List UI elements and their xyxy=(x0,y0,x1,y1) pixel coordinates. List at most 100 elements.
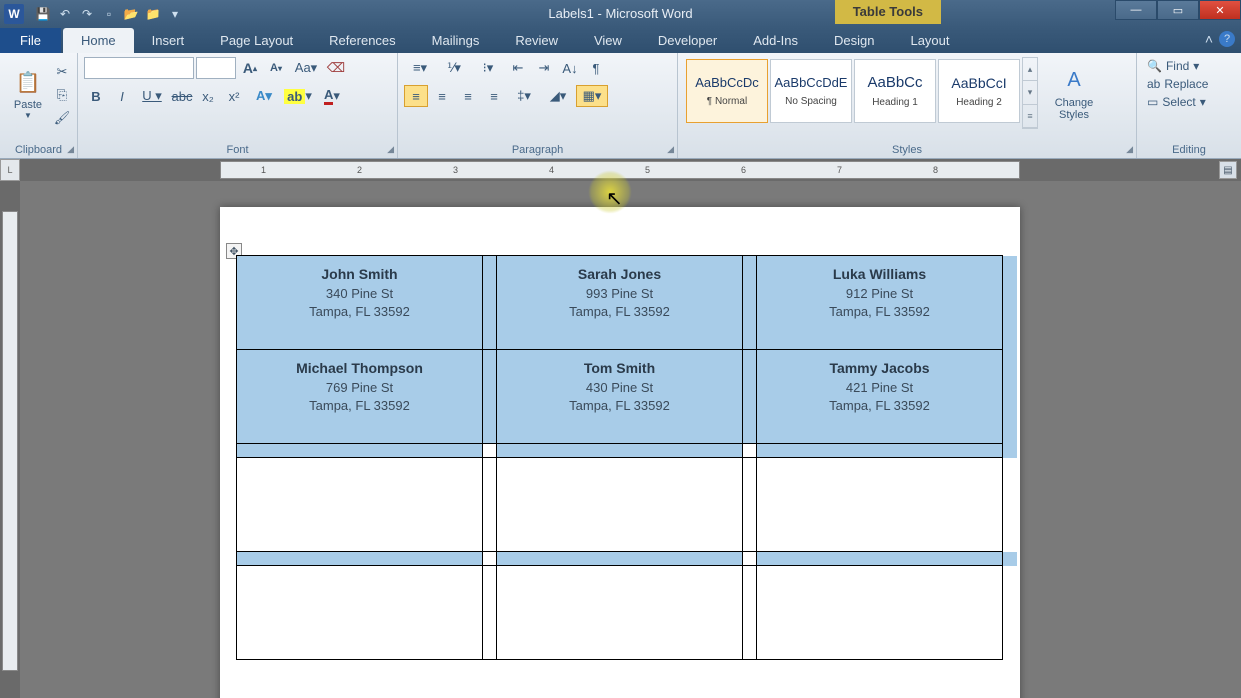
align-right-button[interactable]: ≡ xyxy=(456,85,480,107)
multilevel-list-icon[interactable]: ⁝▾ xyxy=(472,57,504,79)
copy-icon[interactable]: ⎘ xyxy=(50,84,74,105)
shading-icon[interactable]: ◢▾ xyxy=(542,85,574,107)
label-name: Michael Thompson xyxy=(241,360,478,376)
clear-formatting-icon[interactable]: ⌫ xyxy=(324,57,348,79)
styles-up-icon[interactable]: ▴ xyxy=(1023,58,1037,81)
tab-developer[interactable]: Developer xyxy=(640,28,735,53)
clipboard-group-label: Clipboard xyxy=(6,142,71,158)
underline-button[interactable]: U ▾ xyxy=(136,85,168,107)
italic-button[interactable]: I xyxy=(110,85,134,107)
labels-table[interactable]: John Smith340 Pine StTampa, FL 33592Sara… xyxy=(236,255,1017,660)
replace-button[interactable]: abReplace xyxy=(1143,75,1235,93)
increase-indent-icon[interactable]: ⇥ xyxy=(532,57,556,79)
numbering-icon[interactable]: ⅟▾ xyxy=(438,57,470,79)
label-cell[interactable]: Tom Smith430 Pine StTampa, FL 33592 xyxy=(497,350,743,444)
label-cell[interactable] xyxy=(757,566,1003,660)
show-marks-icon[interactable]: ¶ xyxy=(584,57,608,79)
label-cell[interactable] xyxy=(237,458,483,552)
tab-add-ins[interactable]: Add-Ins xyxy=(735,28,816,53)
tab-references[interactable]: References xyxy=(311,28,413,53)
label-header-strip xyxy=(237,552,483,566)
superscript-button[interactable]: x² xyxy=(222,85,246,107)
subscript-button[interactable]: x₂ xyxy=(196,85,220,107)
tab-page-layout[interactable]: Page Layout xyxy=(202,28,311,53)
style-heading-1[interactable]: AaBbCcHeading 1 xyxy=(854,59,936,123)
gutter-cell xyxy=(483,458,497,552)
styles-gallery: AaBbCcDc¶ Normal AaBbCcDdENo Spacing AaB… xyxy=(684,57,1022,129)
styles-scroll: ▴ ▾ ≡ xyxy=(1022,57,1038,129)
tab-insert[interactable]: Insert xyxy=(134,28,203,53)
grow-font-icon[interactable]: A▴ xyxy=(238,57,262,79)
paragraph-launcher-icon[interactable]: ◢ xyxy=(667,144,674,155)
file-tab[interactable]: File xyxy=(0,28,61,53)
format-painter-icon[interactable]: 🖌 xyxy=(50,108,74,129)
maximize-button[interactable]: ▭ xyxy=(1157,0,1199,20)
tab-view[interactable]: View xyxy=(576,28,640,53)
horizontal-ruler[interactable]: 12345678 xyxy=(220,161,1020,179)
justify-button[interactable]: ≡ xyxy=(482,85,506,107)
text-effects-icon[interactable]: A▾ xyxy=(248,85,280,107)
close-button[interactable]: ✕ xyxy=(1199,0,1241,20)
paragraph-group-label: Paragraph xyxy=(404,142,671,158)
tab-design[interactable]: Design xyxy=(816,28,892,53)
font-color-icon[interactable]: A▾ xyxy=(316,85,348,107)
redo-icon[interactable]: ↷ xyxy=(78,5,96,23)
label-cell[interactable] xyxy=(497,458,743,552)
label-cell[interactable] xyxy=(757,458,1003,552)
paste-button[interactable]: 📋 Paste ▼ xyxy=(6,57,50,129)
bullets-icon[interactable]: ≡▾ xyxy=(404,57,436,79)
sort-icon[interactable]: A↓ xyxy=(558,57,582,79)
label-city: Tampa, FL 33592 xyxy=(241,304,478,319)
clipboard-launcher-icon[interactable]: ◢ xyxy=(67,144,74,155)
undo-icon[interactable]: ↶ xyxy=(56,5,74,23)
styles-down-icon[interactable]: ▾ xyxy=(1023,81,1037,104)
tab-layout[interactable]: Layout xyxy=(892,28,967,53)
view-ruler-toggle[interactable]: ▤ xyxy=(1219,161,1237,179)
align-center-button[interactable]: ≡ xyxy=(430,85,454,107)
borders-icon[interactable]: ▦▾ xyxy=(576,85,608,107)
save-icon[interactable]: 💾 xyxy=(34,5,52,23)
tab-mailings[interactable]: Mailings xyxy=(414,28,498,53)
line-spacing-icon[interactable]: ‡▾ xyxy=(508,85,540,107)
select-button[interactable]: ▭Select ▾ xyxy=(1143,93,1235,111)
ruler-corner[interactable]: L xyxy=(0,159,20,181)
label-cell[interactable] xyxy=(237,566,483,660)
help-icon[interactable]: ? xyxy=(1219,31,1235,47)
font-launcher-icon[interactable]: ◢ xyxy=(387,144,394,155)
label-cell[interactable]: Sarah Jones993 Pine StTampa, FL 33592 xyxy=(497,256,743,350)
change-styles-button[interactable]: A Change Styles xyxy=(1044,57,1104,129)
new-icon[interactable]: ▫ xyxy=(100,5,118,23)
tab-review[interactable]: Review xyxy=(497,28,576,53)
select-icon: ▭ xyxy=(1147,95,1158,109)
style-heading-2[interactable]: AaBbCcIHeading 2 xyxy=(938,59,1020,123)
style-normal[interactable]: AaBbCcDc¶ Normal xyxy=(686,59,768,123)
decrease-indent-icon[interactable]: ⇤ xyxy=(506,57,530,79)
label-cell[interactable]: Tammy Jacobs421 Pine StTampa, FL 33592 xyxy=(757,350,1003,444)
font-size-combo[interactable] xyxy=(196,57,236,79)
shrink-font-icon[interactable]: A▾ xyxy=(264,57,288,79)
styles-launcher-icon[interactable]: ◢ xyxy=(1126,144,1133,155)
label-cell[interactable]: Luka Williams912 Pine StTampa, FL 33592 xyxy=(757,256,1003,350)
change-case-icon[interactable]: Aa▾ xyxy=(290,57,322,79)
align-left-button[interactable]: ≡ xyxy=(404,85,428,107)
vertical-ruler[interactable] xyxy=(2,211,18,671)
label-cell[interactable]: Michael Thompson769 Pine StTampa, FL 335… xyxy=(237,350,483,444)
minimize-button[interactable]: — xyxy=(1115,0,1157,20)
highlight-color-icon[interactable]: ab▾ xyxy=(282,85,314,107)
label-cell[interactable]: John Smith340 Pine StTampa, FL 33592 xyxy=(237,256,483,350)
page[interactable]: ✥ John Smith340 Pine StTampa, FL 33592Sa… xyxy=(220,207,1020,698)
strikethrough-button[interactable]: abc xyxy=(170,85,194,107)
qat-more-icon[interactable]: ▾ xyxy=(166,5,184,23)
gutter-cell xyxy=(743,350,757,444)
bold-button[interactable]: B xyxy=(84,85,108,107)
font-name-combo[interactable] xyxy=(84,57,194,79)
styles-more-icon[interactable]: ≡ xyxy=(1023,105,1037,128)
style-no-spacing[interactable]: AaBbCcDdENo Spacing xyxy=(770,59,852,123)
minimize-ribbon-icon[interactable]: ˄ xyxy=(1205,31,1213,47)
tab-home[interactable]: Home xyxy=(63,28,134,53)
cut-icon[interactable]: ✂ xyxy=(50,61,74,82)
label-cell[interactable] xyxy=(497,566,743,660)
qat2-icon[interactable]: 📁 xyxy=(144,5,162,23)
find-button[interactable]: 🔍Find ▾ xyxy=(1143,57,1235,75)
open-icon[interactable]: 📂 xyxy=(122,5,140,23)
